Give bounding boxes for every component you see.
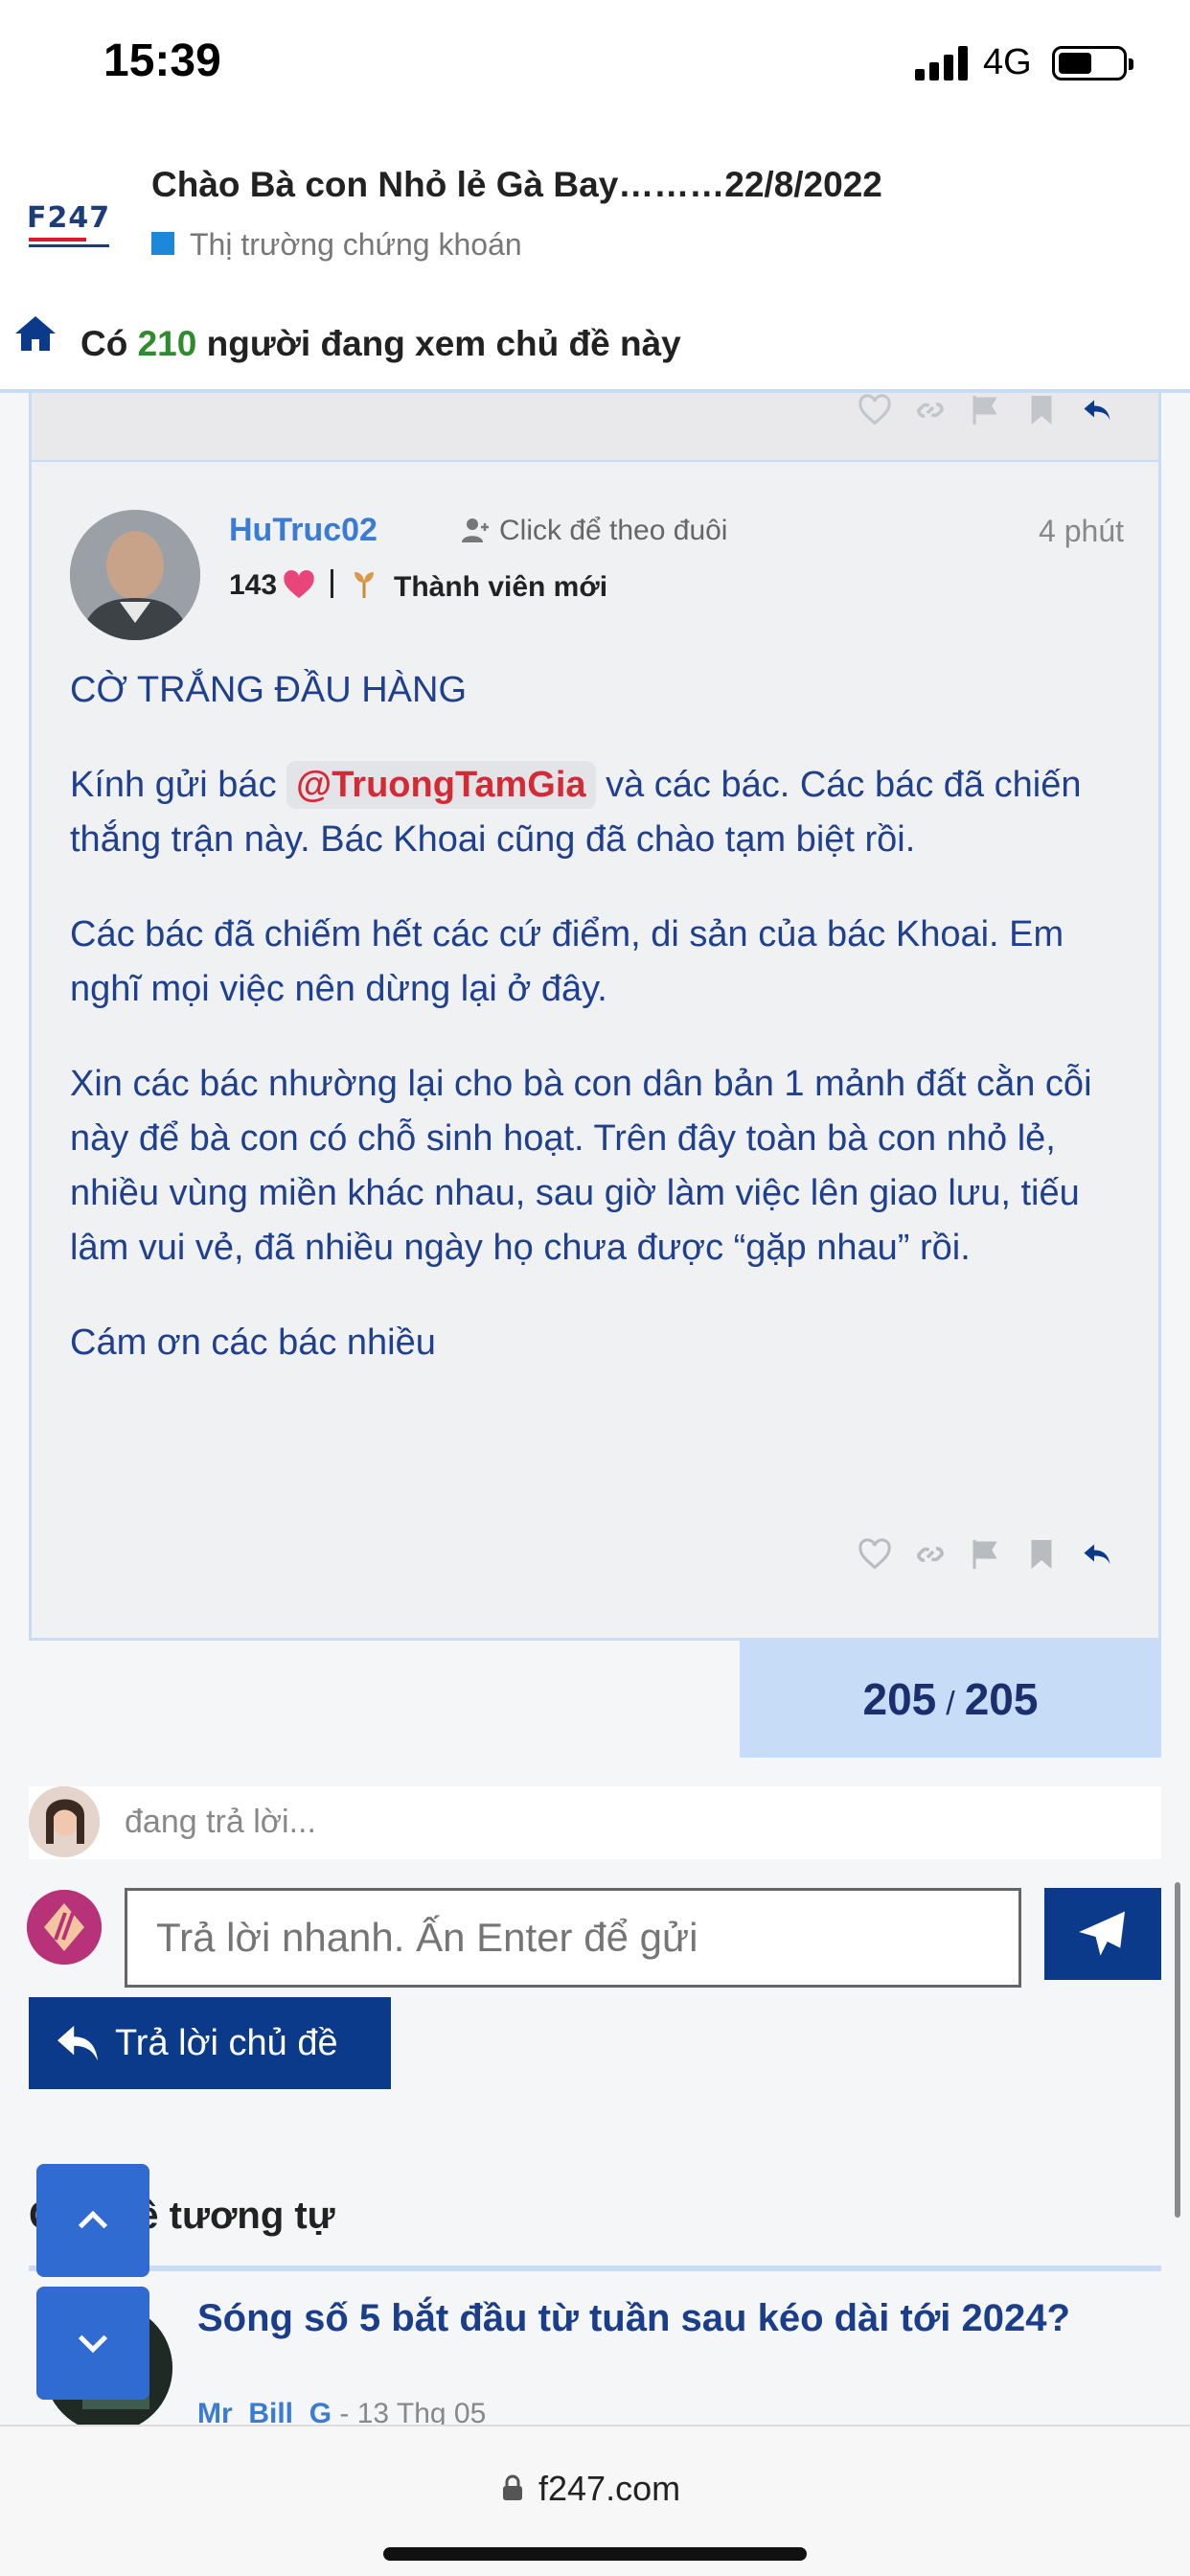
previous-post [29, 393, 1161, 460]
flag-icon[interactable] [969, 1537, 1003, 1572]
reply-topic-button[interactable]: Trả lời chủ đề [29, 1997, 391, 2089]
similar-divider [29, 2266, 1161, 2271]
post-author-username[interactable]: HuTruc02 [229, 512, 378, 549]
total-posts-number: 205 [964, 1674, 1039, 1724]
member-rank: Thành viên mới [394, 571, 608, 603]
scroll-up-button[interactable] [36, 2164, 149, 2277]
reply-icon[interactable] [1080, 1537, 1114, 1572]
status-time: 15:39 [103, 35, 221, 86]
separator [331, 569, 333, 598]
post-time[interactable]: 4 phút [1039, 514, 1124, 549]
category-color-icon [151, 232, 174, 255]
chevron-down-icon [78, 2334, 108, 2354]
send-button[interactable] [1044, 1888, 1161, 1980]
follow-button[interactable]: Click để theo đuôi [499, 515, 727, 547]
bookmark-icon[interactable] [1024, 393, 1059, 427]
rank-sprout-icon [355, 572, 374, 598]
user-mention[interactable]: @TruongTamGia [286, 761, 596, 809]
site-logo[interactable]: F247 [27, 201, 119, 251]
scroll-down-button[interactable] [36, 2287, 149, 2400]
link-icon[interactable] [913, 1537, 948, 1572]
topic-title[interactable]: Chào Bà con Nhỏ lẻ Gà Bay………22/8/2022 [151, 165, 882, 205]
like-icon[interactable] [858, 1537, 892, 1572]
category-link[interactable]: Thị trường chứng khoán [190, 227, 522, 263]
like-count: 143 [229, 569, 278, 601]
scrollbar[interactable] [1175, 1882, 1180, 2218]
heart-icon [284, 569, 314, 599]
reply-icon [57, 2025, 98, 2061]
send-icon [1079, 1911, 1125, 1956]
reply-icon[interactable] [1080, 393, 1114, 427]
flag-icon[interactable] [969, 393, 1003, 427]
lock-icon [503, 2474, 522, 2500]
status-bar: 15:39 4G [0, 0, 1190, 125]
current-post-number: 205 [862, 1674, 937, 1724]
viewers-number: 210 [137, 324, 197, 363]
chevron-up-icon [78, 2210, 108, 2229]
signal-icon [915, 46, 969, 80]
post-paragraph: Các bác đã chiếm hết các cứ điểm, di sản… [70, 914, 1064, 1009]
home-icon[interactable] [13, 314, 57, 353]
post-counter[interactable]: 205/205 [740, 1641, 1161, 1758]
replying-indicator: đang trả lời... [29, 1786, 1161, 1859]
post-paragraph: Cám ơn các bác nhiều [70, 1322, 436, 1363]
battery-icon [1052, 46, 1133, 80]
post-actions [858, 1537, 1114, 1572]
current-user-avatar[interactable] [27, 1890, 102, 1965]
post-paragraph: Xin các bác nhường lại cho bà con dân bả… [70, 1064, 1092, 1268]
prev-post-actions [858, 393, 1114, 427]
viewers-count: Có 210 người đang xem chủ đề này [80, 324, 681, 363]
link-icon[interactable] [913, 393, 948, 427]
post: HuTruc02 Click để theo đuôi 4 phút 143 T… [29, 460, 1161, 1641]
like-icon[interactable] [858, 393, 892, 427]
post-content: CỜ TRẮNG ĐẦU HÀNG Kính gửi bác @TruongTa… [70, 663, 1133, 1411]
replying-text: đang trả lời... [125, 1804, 316, 1840]
topic-header: F247 Chào Bà con Nhỏ lẻ Gà Bay………22/8/20… [0, 125, 1190, 393]
home-indicator[interactable] [383, 2547, 807, 2561]
network-label: 4G [983, 42, 1032, 82]
post-author-avatar[interactable] [70, 510, 200, 640]
follow-icon[interactable] [461, 516, 490, 544]
browser-address-bar[interactable]: f247.com [0, 2425, 1190, 2576]
post-heading: CỜ TRẮNG ĐẦU HÀNG [70, 670, 468, 710]
bookmark-icon[interactable] [1024, 1537, 1059, 1572]
quick-reply-input[interactable] [125, 1888, 1021, 1988]
post-paragraph: Kính gửi bác @TruongTamGia và các bác. C… [70, 758, 1133, 867]
replying-user-avatar [29, 1786, 100, 1857]
similar-topic-title[interactable]: Sóng số 5 bắt đầu từ tuần sau kéo dài tớ… [197, 2292, 1079, 2344]
url-text[interactable]: f247.com [538, 2469, 680, 2509]
